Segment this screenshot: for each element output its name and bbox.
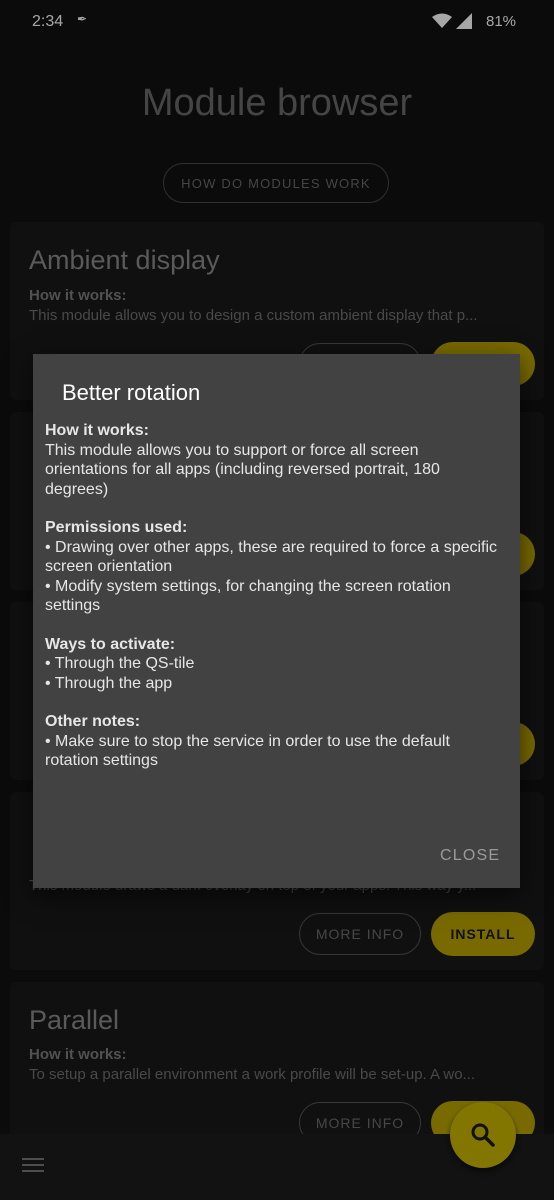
section-text: • Through the QS-tile: [45, 655, 195, 672]
close-button[interactable]: CLOSE: [440, 847, 500, 865]
module-info-dialog: Better rotation How it works: This modul…: [33, 354, 520, 888]
dialog-section-how-it-works: How it works: This module allows you to …: [45, 421, 505, 499]
section-text: • Through the app: [45, 674, 173, 692]
section-text: • Modify system settings, for changing t…: [45, 577, 451, 615]
dialog-section-ways-to-activate: Ways to activate: • Through the QS-tile …: [45, 635, 505, 694]
section-heading: How it works:: [45, 422, 150, 439]
section-text: • Drawing over other apps, these are req…: [45, 538, 498, 576]
section-heading: Permissions used:: [45, 519, 188, 536]
dialog-body: How it works: This module allows you to …: [45, 421, 505, 790]
dialog-section-other-notes: Other notes: • Make sure to stop the ser…: [45, 712, 505, 771]
section-heading: Ways to activate:: [45, 635, 176, 653]
dialog-title: Better rotation: [62, 380, 201, 405]
section-text: • Make sure to stop the service in order…: [45, 732, 450, 770]
section-heading: Other notes:: [45, 713, 141, 730]
dialog-section-permissions: Permissions used: • Drawing over other a…: [45, 518, 505, 616]
section-text: This module allows you to support or for…: [45, 441, 440, 498]
